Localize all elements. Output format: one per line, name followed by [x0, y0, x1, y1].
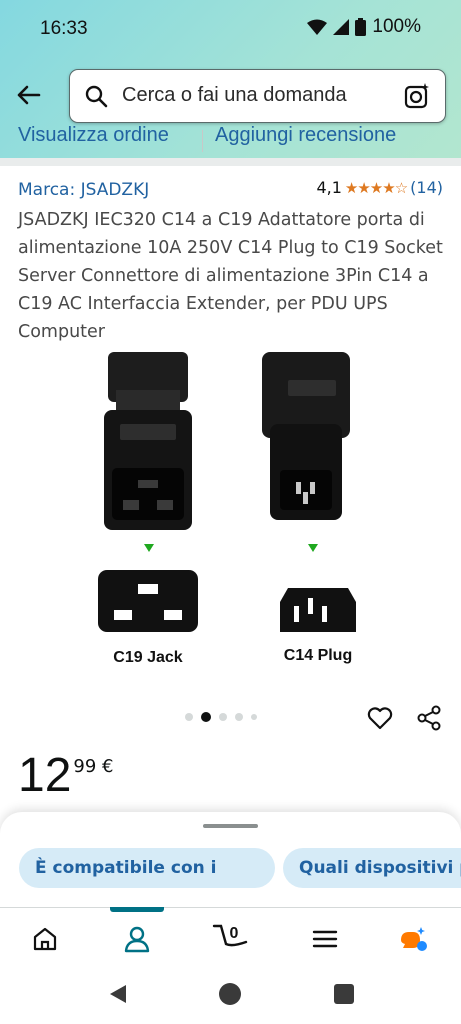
signal-icon — [333, 19, 350, 35]
product-title: JSADZKJ IEC320 C14 a C19 Adattatore port… — [18, 210, 443, 342]
menu-icon[interactable] — [310, 924, 340, 954]
status-icons: 100% — [307, 16, 421, 38]
rating-count[interactable]: (14) — [410, 178, 443, 197]
c14-adapter-image — [262, 352, 350, 520]
suggestions-sheet: È compatibile con i Quali dispositivi pu — [0, 812, 461, 907]
search-input[interactable]: Cerca o fai una domanda — [69, 69, 446, 123]
nav-active-indicator — [110, 907, 164, 912]
c19-jack-label: C19 Jack — [113, 649, 182, 666]
cart-count: 0 — [230, 925, 239, 942]
suggestion-chip[interactable]: Quali dispositivi pu — [283, 848, 461, 888]
battery-level: 100% — [372, 16, 421, 37]
sheet-drag-handle[interactable] — [203, 824, 258, 828]
c14-plug-diagram — [280, 588, 356, 632]
rufus-assistant-icon[interactable] — [398, 924, 428, 954]
arrow-down-icon — [308, 544, 318, 552]
carousel-dot[interactable] — [219, 713, 227, 721]
user-icon[interactable] — [122, 924, 152, 954]
cart-button[interactable]: 0 — [212, 920, 252, 950]
view-order-link[interactable]: Visualizza ordine — [18, 124, 169, 147]
back-arrow-icon[interactable] — [13, 80, 43, 110]
c19-jack-diagram — [98, 570, 198, 632]
c19-adapter-image — [104, 352, 192, 530]
add-review-link[interactable]: Aggiungi recensione — [215, 124, 396, 147]
product-price: 12 99 € — [18, 750, 113, 802]
android-nav-bar — [0, 969, 461, 1024]
android-recents-icon[interactable] — [334, 984, 354, 1004]
arrow-down-icon — [144, 544, 154, 552]
camera-lens-icon[interactable] — [403, 82, 431, 110]
share-icon[interactable] — [415, 704, 443, 732]
wifi-icon — [307, 19, 328, 35]
c14-plug-label: C14 Plug — [284, 647, 352, 664]
status-time: 16:33 — [40, 18, 88, 39]
rating-summary[interactable]: 4,1 ★★★★☆ (14) — [316, 178, 443, 197]
android-home-icon[interactable] — [219, 983, 241, 1005]
cart-icon: 0 — [212, 924, 248, 947]
price-integer: 12 — [18, 749, 72, 802]
star-rating-icon: ★★★★☆ — [344, 178, 408, 197]
home-icon[interactable] — [30, 924, 60, 954]
link-divider — [202, 130, 203, 152]
brand-link[interactable]: Marca: JSADZKJ — [18, 180, 149, 200]
carousel-dot[interactable] — [251, 714, 257, 720]
carousel-dots[interactable] — [185, 712, 257, 722]
status-bar: 16:33 100% — [0, 0, 461, 58]
app-header: 16:33 100% Cerca o fai una domanda Visua… — [0, 0, 461, 158]
carousel-dot-active[interactable] — [201, 712, 211, 722]
carousel-dot[interactable] — [185, 713, 193, 721]
bottom-nav: 0 — [0, 907, 461, 969]
heart-icon[interactable] — [366, 704, 394, 732]
carousel-dot[interactable] — [235, 713, 243, 721]
order-links: Visualizza ordine Aggiungi recensione — [0, 124, 461, 160]
product-image[interactable]: C19 Jack C14 Plug — [90, 340, 380, 680]
price-decimal: 99 € — [73, 756, 114, 777]
rating-value: 4,1 — [316, 178, 342, 197]
search-icon — [85, 85, 108, 108]
suggestion-chip[interactable]: È compatibile con i — [19, 848, 275, 888]
section-divider — [0, 158, 461, 166]
battery-icon — [355, 18, 367, 36]
android-back-icon[interactable] — [108, 983, 128, 1005]
search-placeholder: Cerca o fai una domanda — [122, 84, 347, 106]
